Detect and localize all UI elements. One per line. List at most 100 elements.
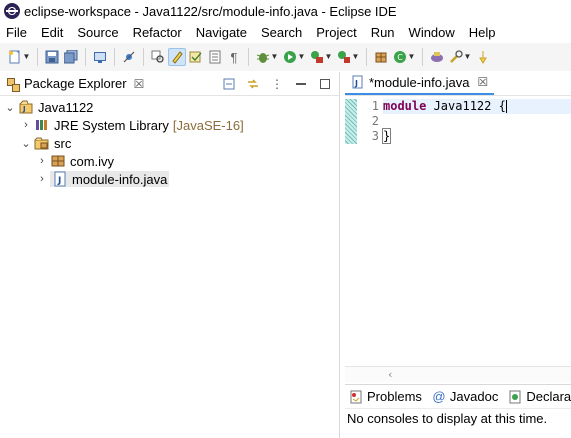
toolbar-separator [248,48,249,66]
tab-javadoc[interactable]: @ Javadoc [432,389,498,404]
chevron-right-icon[interactable]: › [36,155,48,167]
collapse-all-icon[interactable] [221,76,237,92]
maximize-icon[interactable] [317,76,333,92]
package-explorer-tabbar: Package Explorer ☒ ⋮ [0,72,339,96]
svg-text:C: C [397,53,403,62]
horizontal-scrollbar[interactable]: ‹ [345,366,571,382]
library-icon [34,117,50,133]
tab-declaration[interactable]: Declara [508,389,571,404]
save-all-icon[interactable] [62,48,80,66]
tree-item-src-folder[interactable]: ⌄ src [0,134,339,152]
menu-search[interactable]: Search [254,22,309,43]
code-text: module Java1122 { } [381,99,571,144]
eclipse-logo-icon [4,3,20,19]
keyword: module [383,99,427,113]
tree-item-decoration: [JavaSE-16] [172,117,244,133]
menu-source[interactable]: Source [70,22,125,43]
javadoc-icon: @ [432,389,446,404]
code-editor[interactable]: 1 2 3 module Java1122 { } ‹ [345,96,571,382]
show-whitespace-icon[interactable]: ¶ [225,48,243,66]
package-explorer-icon [6,77,20,92]
console-icon[interactable] [91,48,109,66]
new-java-class-icon[interactable]: C ▼ [391,48,417,66]
menu-file[interactable]: File [0,22,34,43]
tree-item-java-project[interactable]: ⌄ J Java1122 [0,98,339,116]
chevron-down-icon[interactable]: ⌄ [4,101,16,114]
external-tools-icon[interactable]: ▼ [335,48,361,66]
close-brace: } [381,128,392,144]
java-project-icon: J [18,99,34,115]
selected-item-highlight: J module-info.java [50,171,170,187]
package-icon [50,153,66,169]
code-line: module Java1122 { [383,99,571,114]
highlight-icon[interactable] [168,48,186,66]
coverage-icon[interactable]: ▼ [308,48,334,66]
console-message: No consoles to display at this time. [347,411,548,426]
toolbar-separator [85,48,86,66]
line-number: 1 [371,99,379,113]
toolbar-separator [143,48,144,66]
tree-item-label: src [54,135,72,151]
package-explorer-view: Package Explorer ☒ ⋮ ⌄ J Java1122 › JRE … [0,72,340,438]
menu-run[interactable]: Run [364,22,402,43]
menu-bar: File Edit Source Refactor Navigate Searc… [0,22,571,43]
tree-item-package[interactable]: › com.ivy [0,152,339,170]
tree-item-jre-library[interactable]: › JRE System Library [JavaSE-16] [0,116,339,134]
code-line: } [381,128,571,144]
line-number-ruler: 1 2 3 [359,99,379,144]
close-icon[interactable]: ☒ [477,75,488,89]
java-file-icon: J [351,75,365,89]
chevron-right-icon[interactable]: › [36,173,48,185]
open-brace: { [498,99,506,113]
menu-window[interactable]: Window [402,22,462,43]
link-with-editor-icon[interactable] [245,76,261,92]
package-explorer-tab-label: Package Explorer [24,76,127,91]
window-title: eclipse-workspace - Java1122/src/module-… [24,3,397,19]
view-actions: ⋮ [221,72,333,96]
new-icon[interactable]: ▼ [6,48,32,66]
menu-navigate[interactable]: Navigate [189,22,254,43]
source-folder-icon [34,135,50,151]
toolbar-separator [366,48,367,66]
svg-text:J: J [22,105,26,113]
title-bar: eclipse-workspace - Java1122/src/module-… [0,0,571,22]
svg-text:J: J [354,79,358,88]
save-icon[interactable] [43,48,61,66]
view-menu-icon[interactable]: ⋮ [269,76,285,92]
pin-editor-icon[interactable] [474,48,492,66]
search-icon[interactable]: ▼ [447,48,473,66]
problems-icon [349,390,363,404]
skip-breakpoints-icon[interactable] [120,48,138,66]
menu-help[interactable]: Help [462,22,503,43]
tree-item-label: Java1122 [38,99,94,115]
tree-item-module-info[interactable]: › J module-info.java [0,170,339,188]
java-file-icon: J [52,171,68,187]
text-cursor [505,100,507,113]
chevron-left-icon[interactable]: ‹ [387,368,394,381]
toolbar-separator [114,48,115,66]
menu-edit[interactable]: Edit [34,22,70,43]
package-explorer-tab[interactable]: Package Explorer ☒ [0,72,150,96]
debug-icon[interactable]: ▼ [254,48,280,66]
menu-refactor[interactable]: Refactor [126,22,189,43]
toggle-block-icon[interactable] [206,48,224,66]
tab-problems[interactable]: Problems [349,389,422,404]
bottom-tabbar: Problems @ Javadoc Declara [345,385,571,409]
close-icon[interactable]: ☒ [134,77,145,91]
tab-label: Problems [367,389,422,404]
bottom-view-stack: Problems @ Javadoc Declara No consoles t… [345,384,571,438]
open-type-icon[interactable] [149,48,167,66]
editor-tab-module-info[interactable]: J *module-info.java ☒ [345,71,495,95]
tab-label: Declara [526,389,571,404]
toggle-mark-icon[interactable] [187,48,205,66]
open-task-icon[interactable] [428,48,446,66]
chevron-down-icon[interactable]: ⌄ [20,137,32,150]
chevron-right-icon[interactable]: › [20,119,32,131]
minimize-icon[interactable] [293,76,309,92]
run-icon[interactable]: ▼ [281,48,307,66]
quick-diff-ruler [345,99,357,144]
new-java-package-icon[interactable] [372,48,390,66]
menu-project[interactable]: Project [309,22,363,43]
line-number: 3 [371,129,379,143]
